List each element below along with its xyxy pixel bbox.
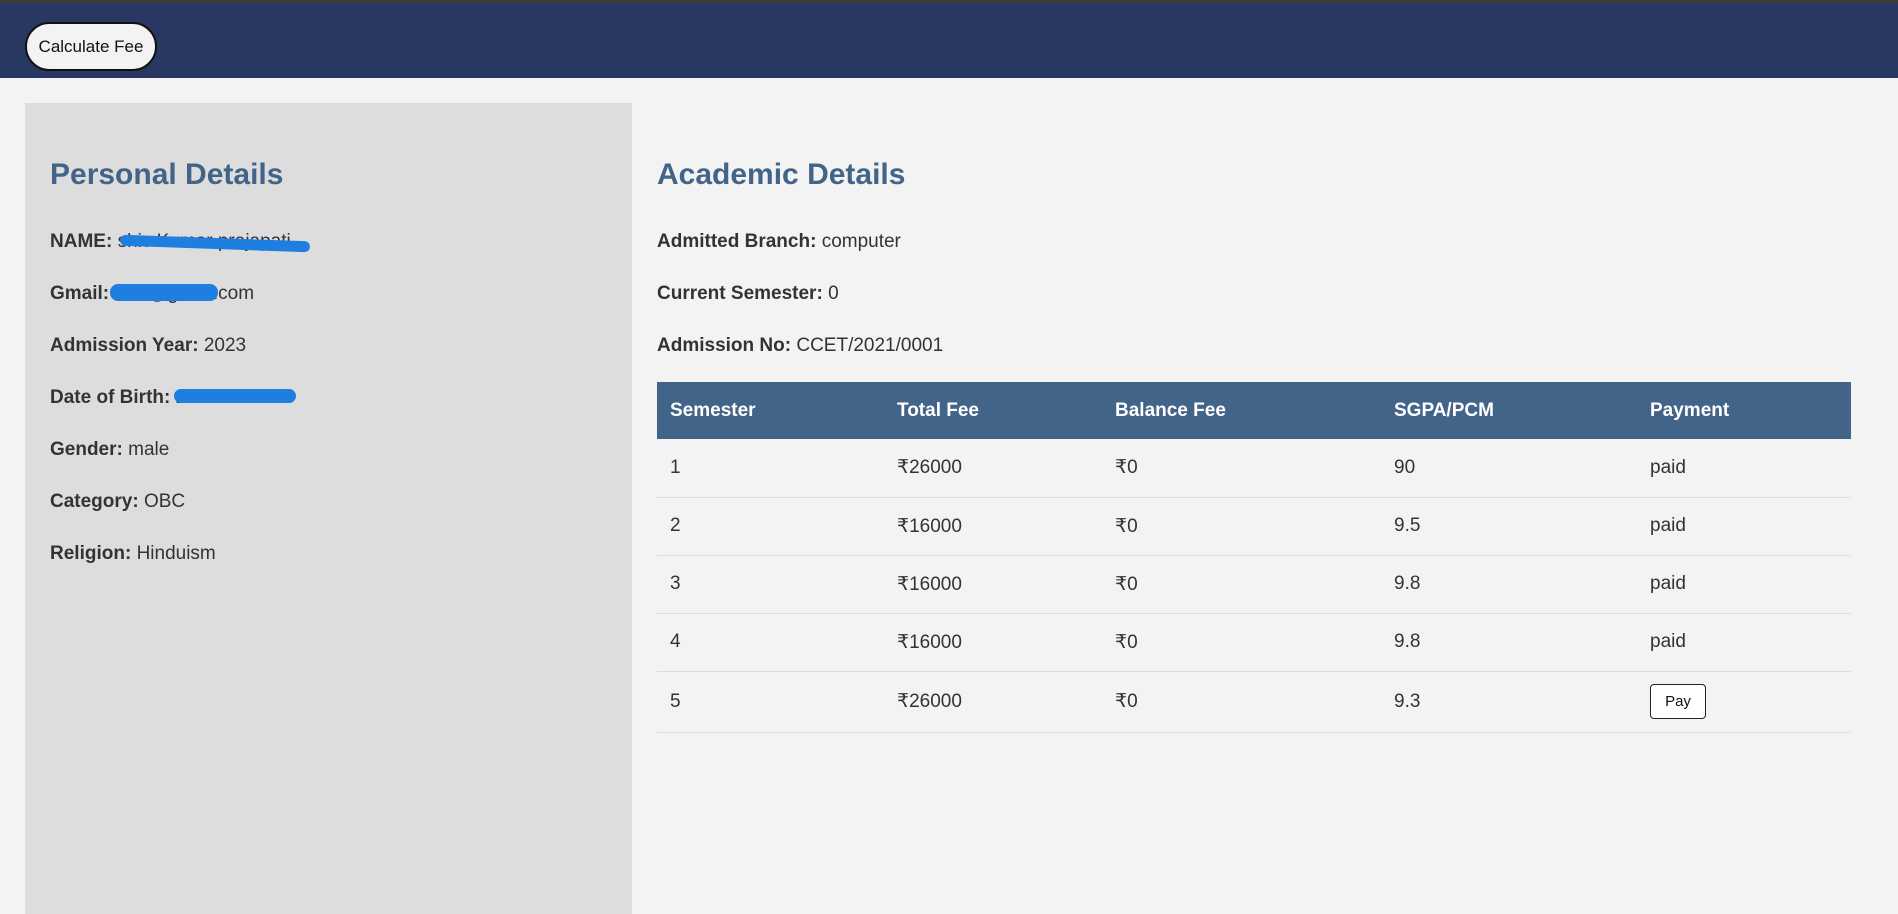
cell-sgpa: 9.8 bbox=[1381, 613, 1637, 672]
category-value: OBC bbox=[143, 491, 186, 512]
cell-balance-fee: ₹0 bbox=[1102, 671, 1381, 733]
table-row: 3 ₹16000 ₹0 9.8 paid bbox=[657, 555, 1851, 614]
cell-sgpa: 9.3 bbox=[1381, 671, 1637, 733]
cell-total-fee: ₹16000 bbox=[884, 555, 1102, 614]
admission-year-value: 2023 bbox=[203, 335, 247, 356]
admission-no-value: CCET/2021/0001 bbox=[796, 335, 944, 356]
admission-year-label: Admission Year: bbox=[50, 335, 199, 356]
cell-sgpa: 90 bbox=[1381, 439, 1637, 498]
pay-button[interactable]: Pay bbox=[1650, 684, 1706, 719]
date-of-birth-redaction-mark bbox=[174, 389, 296, 403]
admitted-branch-field: Admitted Branch: computer bbox=[657, 231, 901, 253]
name-label: NAME: bbox=[50, 231, 113, 252]
religion-field: Religion: Hinduism bbox=[50, 543, 216, 565]
category-label: Category: bbox=[50, 491, 139, 512]
cell-payment-status: paid bbox=[1637, 613, 1851, 672]
cell-semester: 2 bbox=[657, 497, 884, 556]
header-payment: Payment bbox=[1637, 382, 1851, 439]
table-row: 2 ₹16000 ₹0 9.5 paid bbox=[657, 497, 1851, 556]
cell-balance-fee: ₹0 bbox=[1102, 613, 1381, 672]
cell-semester: 1 bbox=[657, 439, 884, 498]
cell-sgpa: 9.8 bbox=[1381, 555, 1637, 614]
fee-table: Semester Total Fee Balance Fee SGPA/PCM … bbox=[657, 382, 1851, 733]
personal-details-title: Personal Details bbox=[50, 158, 284, 191]
header-balance-fee: Balance Fee bbox=[1102, 382, 1381, 439]
gender-field: Gender: male bbox=[50, 439, 169, 461]
current-semester-value: 0 bbox=[828, 283, 839, 304]
cell-payment-status: paid bbox=[1637, 497, 1851, 556]
table-row: 1 ₹26000 ₹0 90 paid bbox=[657, 439, 1851, 498]
cell-semester: 5 bbox=[657, 671, 884, 733]
header-sgpa-pcm: SGPA/PCM bbox=[1381, 382, 1637, 439]
top-navbar: Calculate Fee bbox=[0, 3, 1898, 78]
cell-total-fee: ₹26000 bbox=[884, 671, 1102, 733]
admitted-branch-label: Admitted Branch: bbox=[657, 231, 817, 252]
cell-semester: 4 bbox=[657, 613, 884, 672]
cell-payment: Pay bbox=[1637, 671, 1851, 733]
gender-value: male bbox=[128, 439, 170, 460]
admitted-branch-value: computer bbox=[821, 231, 901, 252]
cell-total-fee: ₹16000 bbox=[884, 613, 1102, 672]
cell-balance-fee: ₹0 bbox=[1102, 439, 1381, 498]
cell-balance-fee: ₹0 bbox=[1102, 497, 1381, 556]
table-row: 5 ₹26000 ₹0 9.3 Pay bbox=[657, 671, 1851, 733]
admission-year-field: Admission Year: 2023 bbox=[50, 335, 246, 357]
cell-payment-status: paid bbox=[1637, 439, 1851, 498]
header-semester: Semester bbox=[657, 382, 884, 439]
cell-sgpa: 9.5 bbox=[1381, 497, 1637, 556]
gender-label: Gender: bbox=[50, 439, 123, 460]
cell-balance-fee: ₹0 bbox=[1102, 555, 1381, 614]
gmail-redaction-mark bbox=[110, 284, 218, 301]
date-of-birth-label: Date of Birth: bbox=[50, 387, 171, 408]
gmail-label: Gmail: bbox=[50, 283, 110, 304]
cell-payment-status: paid bbox=[1637, 555, 1851, 614]
category-field: Category: OBC bbox=[50, 491, 185, 513]
admission-no-label: Admission No: bbox=[657, 335, 792, 356]
religion-label: Religion: bbox=[50, 543, 132, 564]
current-semester-label: Current Semester: bbox=[657, 283, 823, 304]
current-semester-field: Current Semester: 0 bbox=[657, 283, 839, 305]
admission-no-field: Admission No: CCET/2021/0001 bbox=[657, 335, 943, 357]
religion-value: Hinduism bbox=[136, 543, 216, 564]
cell-total-fee: ₹16000 bbox=[884, 497, 1102, 556]
academic-details-title: Academic Details bbox=[657, 158, 906, 191]
calculate-fee-button[interactable]: Calculate Fee bbox=[25, 22, 157, 71]
cell-total-fee: ₹26000 bbox=[884, 439, 1102, 498]
header-total-fee: Total Fee bbox=[884, 382, 1102, 439]
cell-semester: 3 bbox=[657, 555, 884, 614]
fee-table-header-row: Semester Total Fee Balance Fee SGPA/PCM … bbox=[657, 382, 1851, 439]
table-row: 4 ₹16000 ₹0 9.8 paid bbox=[657, 613, 1851, 672]
